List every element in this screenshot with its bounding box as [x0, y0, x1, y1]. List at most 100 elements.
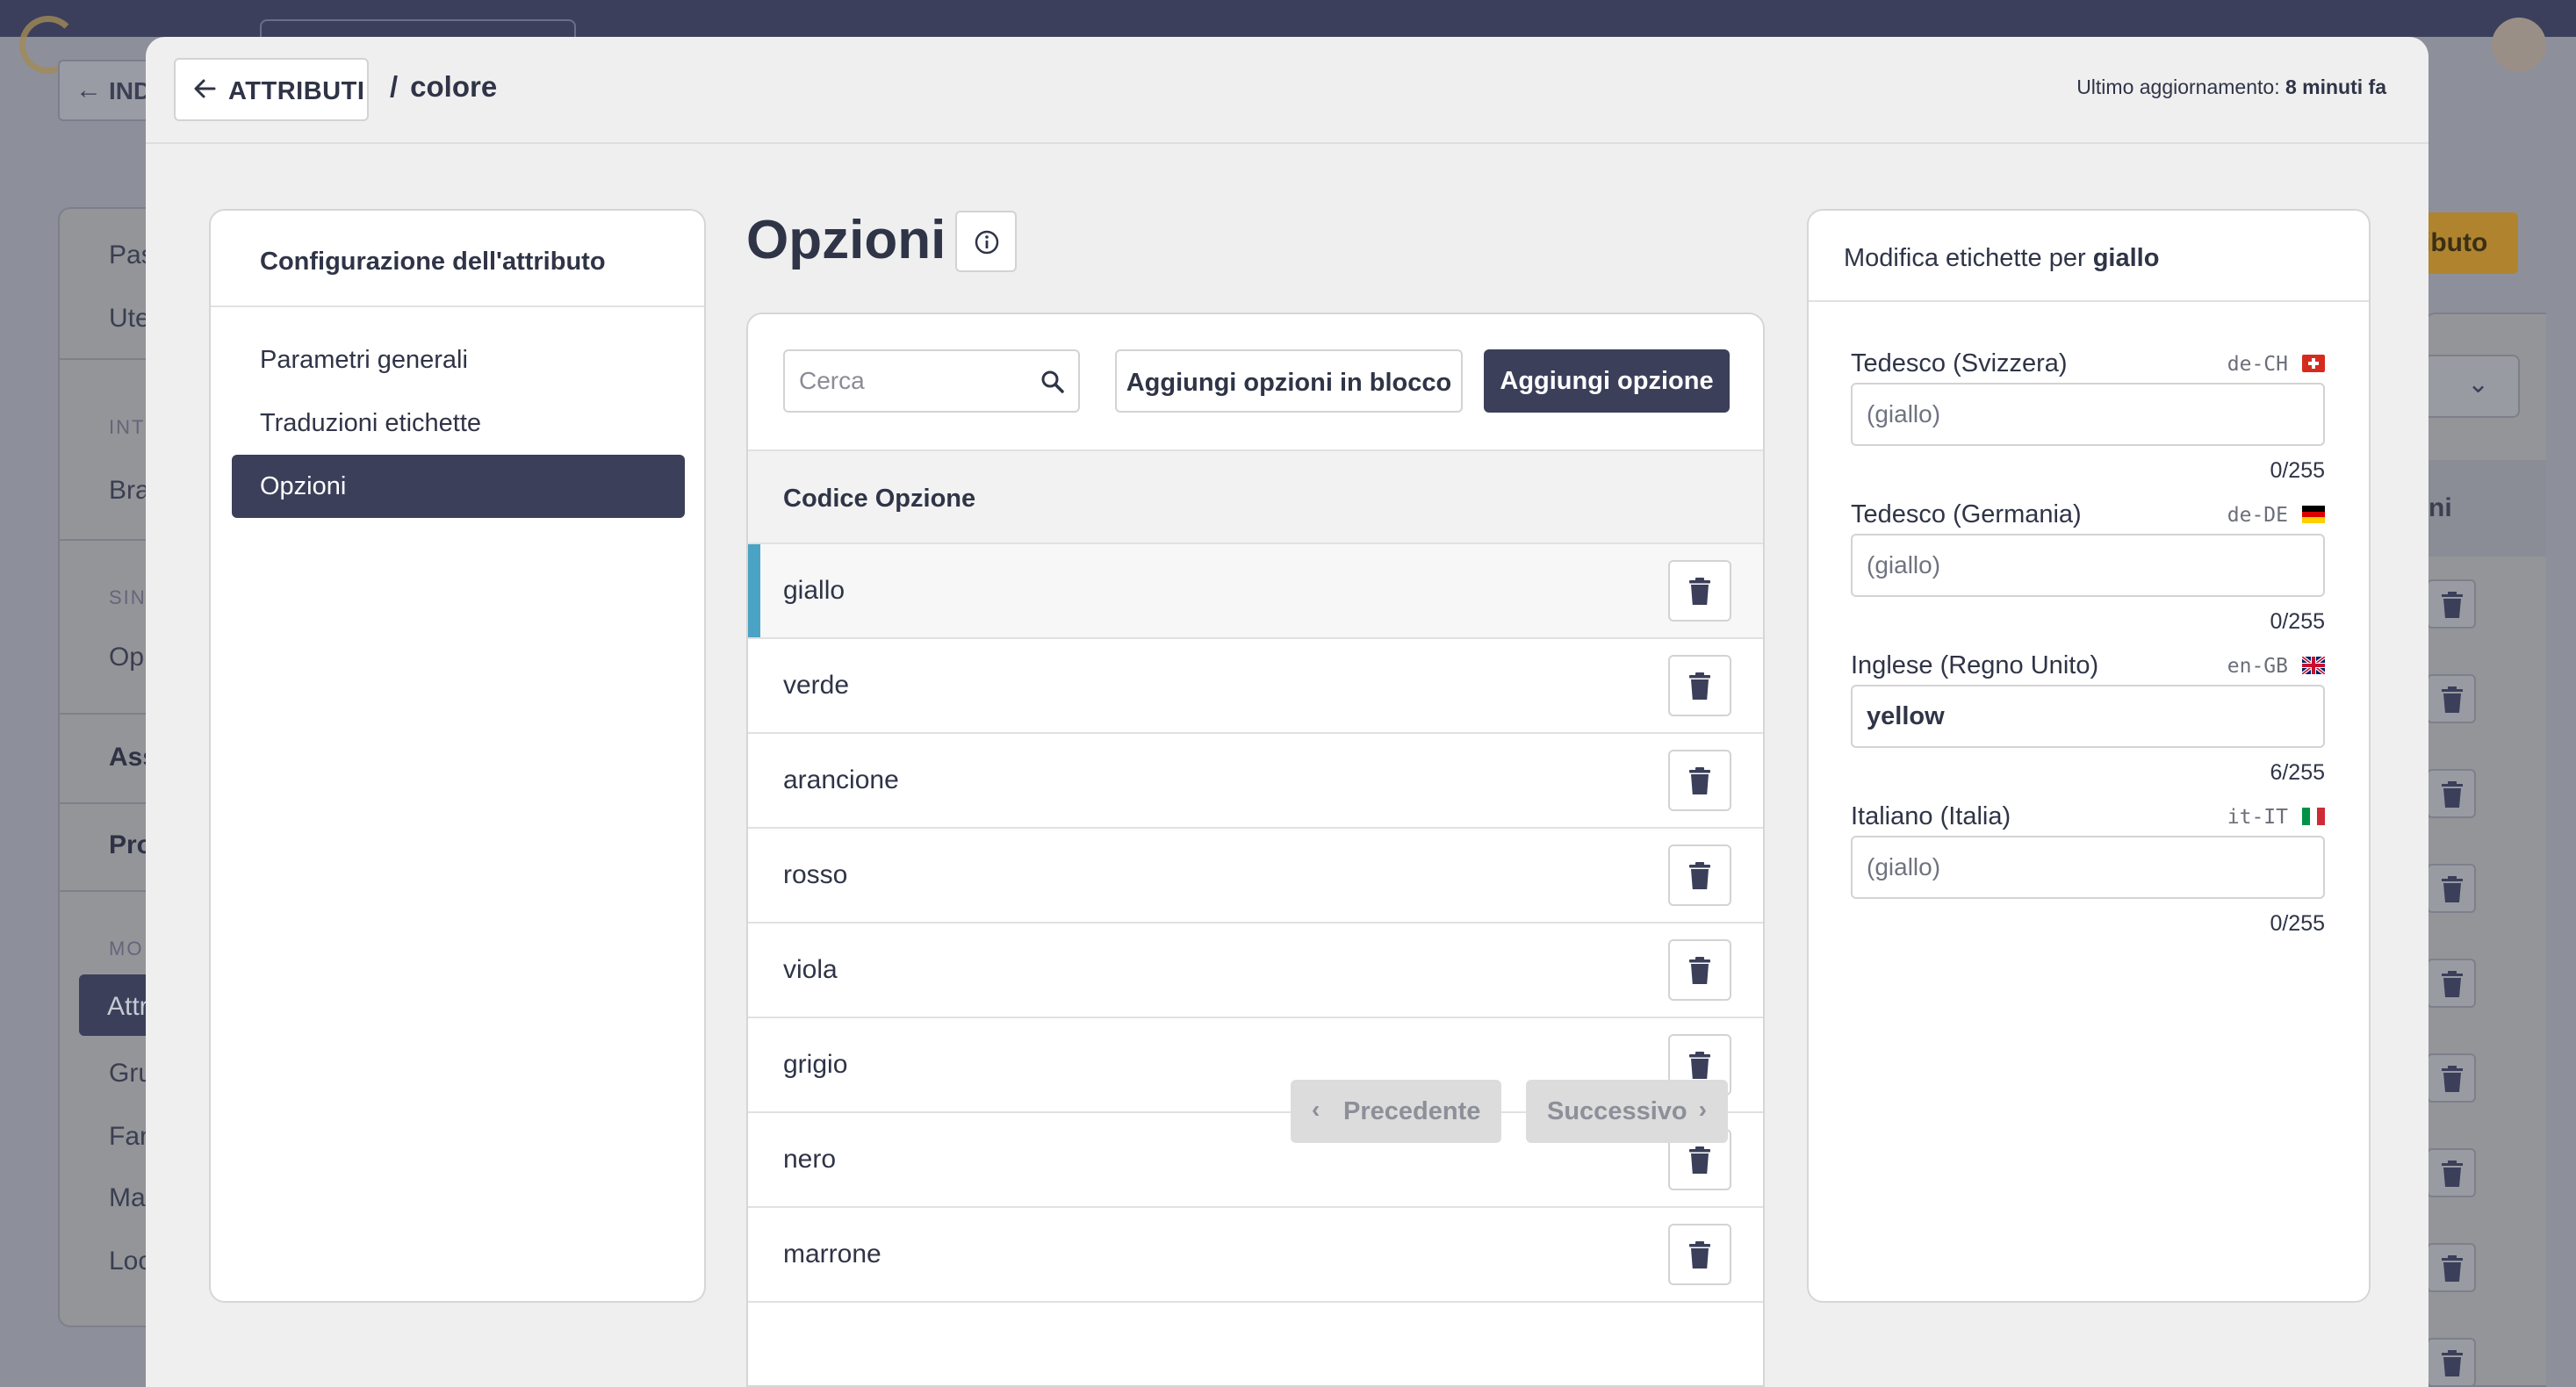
bg-trash-icon: [2427, 1338, 2476, 1387]
bg-avatar: [2492, 18, 2546, 72]
locale-code: de-DE: [2227, 504, 2288, 527]
option-code: viola: [783, 955, 838, 984]
table-row[interactable]: arancione: [748, 734, 1763, 829]
option-code: grigio: [783, 1050, 848, 1079]
arrow-left-icon: [194, 79, 216, 98]
bg-column-header: ni: [2423, 460, 2546, 557]
breadcrumb-separator: /: [390, 70, 399, 103]
delete-option-button[interactable]: [1668, 750, 1731, 811]
bg-trash-icon: [2427, 1243, 2476, 1292]
label-field-it-it: Italiano (Italia) it-IT 0/255: [1851, 802, 2325, 953]
config-panel-title: Configurazione dell'attributo: [260, 248, 606, 276]
bg-sidebar-item: Op: [109, 643, 145, 672]
config-panel: Configurazione dell'attributo Parametri …: [209, 209, 706, 1303]
table-row[interactable]: marrone: [748, 1208, 1763, 1303]
option-code: giallo: [783, 576, 845, 605]
bg-sidebar-section: INT: [109, 416, 146, 438]
back-to-attributes-button[interactable]: ATTRIBUTI: [174, 58, 369, 121]
char-counter: 0/255: [2270, 609, 2325, 634]
flag-de-icon: [2302, 506, 2325, 523]
config-item-label-translations[interactable]: Traduzioni etichette: [232, 392, 685, 455]
char-counter: 0/255: [2270, 911, 2325, 936]
bg-sidebar-item: Ute: [109, 304, 150, 333]
flag-ch-icon: [2302, 355, 2325, 372]
config-item-general-parameters[interactable]: Parametri generali: [232, 328, 685, 392]
trash-icon: [1689, 672, 1710, 700]
chevron-left-icon: ‹: [1312, 1096, 1320, 1123]
label-field-de-ch: Tedesco (Svizzera) de-CH 0/255: [1851, 349, 2325, 500]
trash-icon: [1689, 862, 1710, 889]
label-input-box[interactable]: [1851, 685, 2325, 748]
options-title: Opzioni: [746, 210, 946, 270]
labels-panel-divider: [1809, 300, 2369, 302]
table-row[interactable]: giallo: [748, 544, 1763, 639]
bulk-add-options-button[interactable]: Aggiungi opzioni in blocco: [1115, 349, 1463, 413]
breadcrumb: / colore: [390, 70, 497, 104]
bg-trash-icon: [2427, 1148, 2476, 1197]
label-input-de-ch[interactable]: [1867, 400, 2306, 428]
labels-title-prefix: Modifica etichette per: [1844, 244, 2086, 272]
locale-code: de-CH: [2227, 353, 2288, 376]
label-field-name: Tedesco (Svizzera): [1851, 349, 2068, 377]
label-field-de-de: Tedesco (Germania) de-DE 0/255: [1851, 500, 2325, 651]
label-input-box[interactable]: [1851, 383, 2325, 446]
label-field-name: Inglese (Regno Unito): [1851, 651, 2099, 679]
table-row[interactable]: viola: [748, 923, 1763, 1018]
bg-add-label: ibuto: [2423, 228, 2488, 257]
char-counter: 0/255: [2270, 458, 2325, 483]
labels-panel: Modifica etichette per giallo Tedesco (S…: [1807, 209, 2371, 1303]
delete-option-button[interactable]: [1668, 560, 1731, 622]
bg-sidebar-section: SIN: [109, 586, 147, 608]
next-page-button[interactable]: Successivo ›: [1526, 1080, 1728, 1143]
bg-trash-icon: [2427, 579, 2476, 629]
bg-column-label: ni: [2428, 493, 2452, 522]
label-input-it-it[interactable]: [1867, 853, 2306, 881]
label-input-de-de[interactable]: [1867, 551, 2306, 579]
bg-trash-icon: [2427, 1053, 2476, 1103]
bg-add-button: ibuto: [2423, 212, 2518, 274]
label-field-name: Italiano (Italia): [1851, 802, 2011, 830]
delete-option-button[interactable]: [1668, 1224, 1731, 1285]
delete-option-button[interactable]: [1668, 939, 1731, 1001]
trash-icon: [1689, 1241, 1710, 1268]
label-input-box[interactable]: [1851, 836, 2325, 899]
trash-icon: [1689, 767, 1710, 794]
bg-back-label: IND: [109, 77, 152, 104]
char-counter: 6/255: [2270, 760, 2325, 785]
delete-option-button[interactable]: [1668, 655, 1731, 716]
attribute-modal: ATTRIBUTI / colore Ultimo aggiornamento: …: [146, 37, 2428, 1387]
label-input-en-gb[interactable]: [1867, 702, 2306, 731]
search-icon: [1041, 370, 1064, 393]
info-button[interactable]: [955, 211, 1017, 272]
bg-select: ⌄: [2423, 355, 2520, 418]
table-row[interactable]: verde: [748, 639, 1763, 734]
options-card: Aggiungi opzioni in blocco Aggiungi opzi…: [746, 313, 1765, 1387]
delete-option-button[interactable]: [1668, 844, 1731, 906]
locale-code: it-IT: [2227, 806, 2288, 829]
table-row[interactable]: rosso: [748, 829, 1763, 923]
labels-title-option: giallo: [2092, 244, 2160, 272]
bg-trash-icon: [2427, 864, 2476, 913]
option-code: nero: [783, 1145, 837, 1174]
last-updated: Ultimo aggiornamento: 8 minuti fa: [2076, 75, 2386, 99]
bg-sidebar-section: MO: [109, 938, 144, 959]
label-input-box[interactable]: [1851, 534, 2325, 597]
labels-panel-title: Modifica etichette per giallo: [1844, 244, 2159, 273]
next-label: Successivo: [1547, 1097, 1687, 1125]
search-field[interactable]: [783, 349, 1080, 413]
last-updated-label: Ultimo aggiornamento:: [2076, 75, 2280, 98]
flag-it-icon: [2302, 808, 2325, 825]
label-field-name: Tedesco (Germania): [1851, 500, 2082, 528]
add-option-button[interactable]: Aggiungi opzione: [1484, 349, 1730, 413]
breadcrumb-attribute-name: colore: [410, 70, 498, 103]
option-code: rosso: [783, 860, 848, 889]
config-item-options[interactable]: Opzioni: [232, 455, 685, 518]
option-code: arancione: [783, 765, 899, 794]
config-panel-divider: [211, 305, 704, 307]
bg-sidebar-item: Bra: [109, 476, 150, 505]
column-header-option-code: Codice Opzione: [783, 485, 976, 513]
search-input[interactable]: [799, 367, 1036, 395]
previous-page-button[interactable]: ‹ Precedente: [1291, 1080, 1501, 1143]
trash-icon: [1689, 1052, 1710, 1079]
option-code: marrone: [783, 1240, 881, 1268]
